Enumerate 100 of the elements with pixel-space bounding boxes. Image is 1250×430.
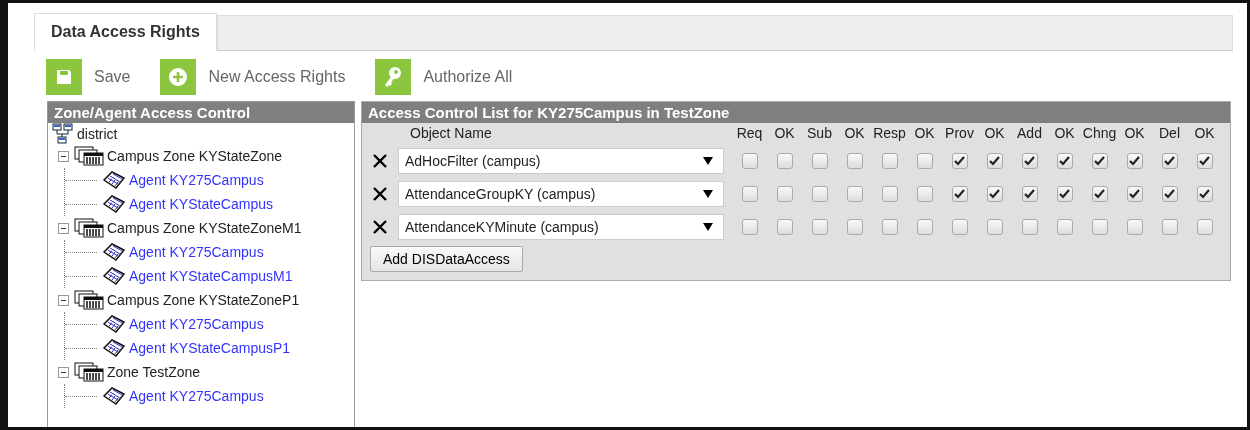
- column-header: Chng: [1082, 125, 1117, 141]
- checkbox[interactable]: [951, 153, 968, 169]
- grid-icon: [102, 338, 126, 358]
- object-dropdown[interactable]: AttendanceKYMinute (campus): [398, 214, 724, 240]
- checkbox[interactable]: [776, 153, 793, 169]
- checkbox[interactable]: [1021, 219, 1038, 235]
- checkbox[interactable]: [1161, 219, 1178, 235]
- checkbox[interactable]: [1021, 186, 1038, 202]
- agent-link[interactable]: Agent KY275Campus: [129, 316, 264, 332]
- dropdown-caret-icon: [703, 157, 713, 165]
- agent-link[interactable]: Agent KYStateCampus: [129, 196, 273, 212]
- column-header: Del: [1158, 125, 1181, 141]
- checkbox[interactable]: [846, 153, 863, 169]
- delete-icon[interactable]: [372, 219, 388, 235]
- column-header: OK: [773, 125, 796, 141]
- building-icon: [74, 218, 104, 238]
- column-header: OK: [913, 125, 936, 141]
- key-icon: [383, 66, 404, 88]
- column-header: Object Name: [409, 125, 493, 141]
- delete-icon[interactable]: [372, 153, 388, 169]
- column-header: OK: [843, 125, 866, 141]
- grid-icon: [102, 386, 126, 406]
- checkbox[interactable]: [951, 186, 968, 202]
- checkbox[interactable]: [986, 219, 1003, 235]
- network-icon: [52, 123, 74, 145]
- checkbox[interactable]: [776, 219, 793, 235]
- checkbox[interactable]: [1196, 153, 1213, 169]
- grid-icon: [102, 242, 126, 262]
- checkbox[interactable]: [986, 153, 1003, 169]
- checkbox[interactable]: [846, 219, 863, 235]
- checkbox[interactable]: [1056, 153, 1073, 169]
- checkbox[interactable]: [951, 219, 968, 235]
- column-header: Sub: [806, 125, 833, 141]
- agent-link[interactable]: Agent KYStateCampusM1: [129, 268, 293, 284]
- agent-link[interactable]: Agent KY275Campus: [129, 244, 264, 260]
- checkbox[interactable]: [1056, 219, 1073, 235]
- checkbox[interactable]: [1091, 186, 1108, 202]
- checkbox[interactable]: [916, 219, 933, 235]
- building-icon: [74, 290, 104, 310]
- column-header: Prov: [944, 125, 975, 141]
- checkbox[interactable]: [1126, 153, 1143, 169]
- tree-item[interactable]: Campus Zone KYStateZoneM1: [107, 220, 302, 236]
- checkbox[interactable]: [811, 153, 828, 169]
- panel-title: Zone/Agent Access Control: [48, 102, 354, 123]
- grid-icon: [102, 266, 126, 286]
- building-icon: [74, 146, 104, 166]
- tab[interactable]: Data Access Rights: [34, 13, 217, 51]
- tree-item[interactable]: Campus Zone KYStateZoneP1: [107, 292, 300, 308]
- column-header: OK: [1123, 125, 1146, 141]
- authorize-button[interactable]: Authorize All: [375, 59, 513, 95]
- collapse-icon[interactable]: [58, 294, 69, 306]
- checkbox[interactable]: [741, 186, 758, 202]
- grid-icon: [102, 194, 126, 214]
- checkbox[interactable]: [1196, 186, 1213, 202]
- checkbox[interactable]: [881, 153, 898, 169]
- object-dropdown[interactable]: AttendanceGroupKY (campus): [398, 181, 724, 207]
- checkbox[interactable]: [811, 219, 828, 235]
- checkbox[interactable]: [1091, 153, 1108, 169]
- checkbox[interactable]: [1161, 153, 1178, 169]
- save-icon: [55, 68, 73, 86]
- checkbox[interactable]: [776, 186, 793, 202]
- column-header: Req: [735, 125, 764, 141]
- collapse-icon[interactable]: [58, 366, 69, 378]
- column-header: OK: [983, 125, 1006, 141]
- agent-link[interactable]: Agent KY275Campus: [129, 172, 264, 188]
- tree-item[interactable]: district: [77, 126, 118, 142]
- column-header: Add: [1016, 125, 1043, 141]
- tree-item[interactable]: Campus Zone KYStateZone: [107, 148, 283, 164]
- object-dropdown[interactable]: AdHocFilter (campus): [398, 148, 724, 174]
- column-header: OK: [1053, 125, 1076, 141]
- collapse-icon[interactable]: [58, 222, 69, 234]
- building-icon: [74, 362, 104, 382]
- delete-icon[interactable]: [372, 186, 388, 202]
- checkbox[interactable]: [916, 186, 933, 202]
- checkbox[interactable]: [1196, 219, 1213, 235]
- agent-link[interactable]: Agent KY275Campus: [129, 388, 264, 404]
- agent-link[interactable]: Agent KYStateCampusP1: [129, 340, 291, 356]
- checkbox[interactable]: [741, 153, 758, 169]
- checkbox[interactable]: [1091, 219, 1108, 235]
- checkbox[interactable]: [881, 219, 898, 235]
- checkbox[interactable]: [1126, 219, 1143, 235]
- checkbox[interactable]: [1126, 186, 1143, 202]
- add-button[interactable]: Add DISDataAccess: [370, 246, 523, 272]
- checkbox[interactable]: [846, 186, 863, 202]
- checkbox[interactable]: [741, 219, 758, 235]
- grid-icon: [102, 314, 126, 334]
- panel-title: Access Control List for KY275Campus in TestZone: [362, 102, 1230, 123]
- plus-icon: [168, 67, 189, 87]
- checkbox[interactable]: [1056, 186, 1073, 202]
- checkbox[interactable]: [986, 186, 1003, 202]
- checkbox[interactable]: [1161, 186, 1178, 202]
- checkbox[interactable]: [811, 186, 828, 202]
- checkbox[interactable]: [881, 186, 898, 202]
- new-button[interactable]: New Access Rights: [160, 59, 346, 95]
- grid-icon: [102, 170, 126, 190]
- checkbox[interactable]: [1021, 153, 1038, 169]
- save-button[interactable]: Save: [46, 59, 131, 95]
- checkbox[interactable]: [916, 153, 933, 169]
- collapse-icon[interactable]: [58, 150, 69, 162]
- tree-item[interactable]: Zone TestZone: [107, 364, 201, 380]
